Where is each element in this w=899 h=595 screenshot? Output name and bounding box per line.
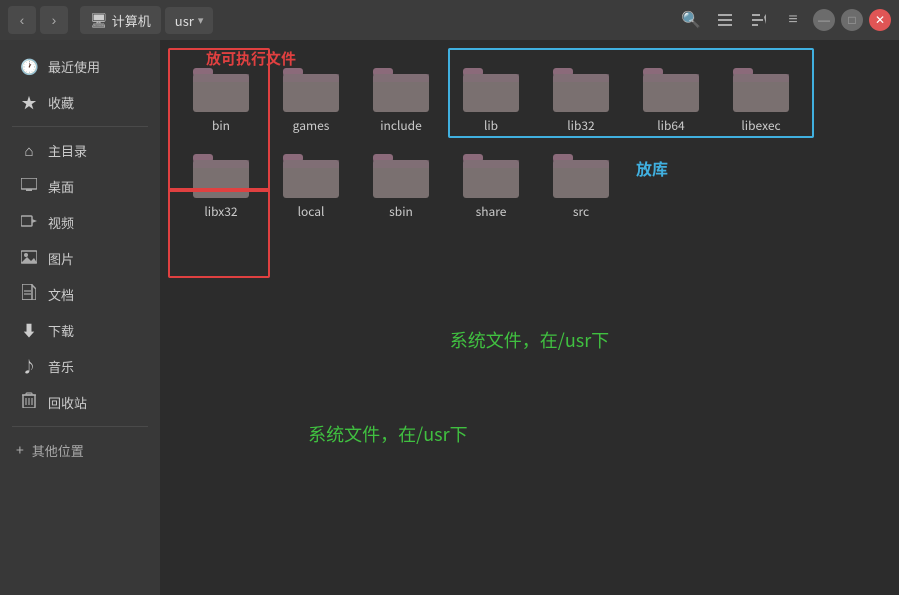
folder-icon-lib32 xyxy=(553,66,609,114)
folder-icon-lib64 xyxy=(643,66,699,114)
folder-icon-local xyxy=(283,152,339,200)
folder-name-include: include xyxy=(380,118,422,134)
folder-name-share: share xyxy=(476,204,507,220)
folder-name-lib32: lib32 xyxy=(567,118,594,134)
sidebar-item-videos[interactable]: 视频 xyxy=(4,205,156,240)
sidebar-divider-1 xyxy=(12,126,148,127)
folder-item-lib32[interactable]: lib32 xyxy=(536,56,626,142)
view-list-button[interactable] xyxy=(711,6,739,34)
bottom-annotation: 系统文件，在/usr下 xyxy=(308,421,467,447)
sidebar-item-documents[interactable]: 文档 xyxy=(4,277,156,312)
video-icon xyxy=(20,212,38,233)
folder-item-sbin[interactable]: sbin xyxy=(356,142,446,228)
sidebar-item-home[interactable]: ⌂ 主目录 xyxy=(4,133,156,168)
breadcrumb-dropdown-icon: ▾ xyxy=(198,12,204,28)
sidebar-item-favorites[interactable]: ★ 收藏 xyxy=(4,85,156,120)
computer-icon: 🖥 xyxy=(90,10,108,30)
window-maximize-button[interactable]: □ xyxy=(841,9,863,31)
trash-icon xyxy=(20,392,38,413)
folder-name-games: games xyxy=(293,118,330,134)
home-icon: ⌂ xyxy=(20,140,38,161)
sidebar-item-other-places[interactable]: + 其他位置 xyxy=(0,433,160,467)
star-icon: ★ xyxy=(20,92,38,113)
folder-icon-bin xyxy=(193,66,249,114)
folder-icon-libexec xyxy=(733,66,789,114)
folder-icon-sbin xyxy=(373,152,429,200)
folder-item-lib[interactable]: lib xyxy=(446,56,536,142)
window-close-button[interactable]: ✕ xyxy=(869,9,891,31)
breadcrumb-computer[interactable]: 🖥 计算机 xyxy=(80,6,161,34)
folder-name-lib64: lib64 xyxy=(657,118,684,134)
folder-name-src: src xyxy=(573,204,589,220)
folder-icon-share xyxy=(463,152,519,200)
other-places-plus-icon: + xyxy=(16,440,24,460)
folder-name-sbin: sbin xyxy=(389,204,413,220)
music-icon: ♪ xyxy=(20,356,38,377)
folder-item-lib64[interactable]: lib64 xyxy=(626,56,716,142)
folder-item-share[interactable]: share xyxy=(446,142,536,228)
content-wrapper: bin games include xyxy=(176,56,883,227)
sidebar-item-trash[interactable]: 回收站 xyxy=(4,385,156,420)
folder-icon-games xyxy=(283,66,339,114)
main-area: 🕐 最近使用 ★ 收藏 ⌂ 主目录 桌面 视频 图片 xyxy=(0,40,899,595)
view-sort-button[interactable] xyxy=(745,6,773,34)
titlebar: ‹ › 🖥 计算机 usr ▾ 🔍 ≡ xyxy=(0,0,899,40)
desktop-icon xyxy=(20,176,38,197)
folder-icon-libx32 xyxy=(193,152,249,200)
folder-name-local: local xyxy=(298,204,325,220)
nav-back-button[interactable]: ‹ xyxy=(8,6,36,34)
breadcrumb: 🖥 计算机 usr ▾ xyxy=(80,6,673,34)
pictures-icon xyxy=(20,248,38,269)
folder-item-libx32[interactable]: libx32 xyxy=(176,142,266,228)
folder-item-libexec[interactable]: libexec xyxy=(716,56,806,142)
documents-icon xyxy=(20,284,38,305)
sidebar-item-music[interactable]: ♪ 音乐 xyxy=(4,349,156,384)
folder-item-games[interactable]: games xyxy=(266,56,356,142)
menu-button[interactable]: ≡ xyxy=(779,6,807,34)
sidebar-item-desktop[interactable]: 桌面 xyxy=(4,169,156,204)
window-minimize-button[interactable]: — xyxy=(813,9,835,31)
clock-icon: 🕐 xyxy=(20,56,38,77)
sidebar-item-recent[interactable]: 🕐 最近使用 xyxy=(4,49,156,84)
titlebar-actions: 🔍 ≡ — □ ✕ xyxy=(677,6,891,34)
file-grid: bin games include xyxy=(176,56,883,227)
folder-name-libx32: libx32 xyxy=(204,204,237,220)
folder-item-local[interactable]: local xyxy=(266,142,356,228)
sidebar-item-pictures[interactable]: 图片 xyxy=(4,241,156,276)
folder-item-bin[interactable]: bin xyxy=(176,56,266,142)
folder-name-lib: lib xyxy=(484,118,498,134)
folder-name-bin: bin xyxy=(212,118,230,134)
breadcrumb-usr[interactable]: usr ▾ xyxy=(165,7,214,34)
search-button[interactable]: 🔍 xyxy=(677,6,705,34)
folder-item-include[interactable]: include xyxy=(356,56,446,142)
system-annotation: 系统文件，在/usr下 xyxy=(176,327,883,353)
folder-name-libexec: libexec xyxy=(741,118,780,134)
folder-icon-include xyxy=(373,66,429,114)
folder-icon-lib xyxy=(463,66,519,114)
system-text: 系统文件，在/usr下 xyxy=(450,327,609,353)
file-content-area: bin games include xyxy=(160,40,899,595)
downloads-icon: ⬇ xyxy=(20,320,38,341)
folder-item-src[interactable]: src xyxy=(536,142,626,228)
sidebar-item-downloads[interactable]: ⬇ 下载 xyxy=(4,313,156,348)
sidebar: 🕐 最近使用 ★ 收藏 ⌂ 主目录 桌面 视频 图片 xyxy=(0,40,160,595)
nav-forward-button[interactable]: › xyxy=(40,6,68,34)
folder-icon-src xyxy=(553,152,609,200)
sidebar-divider-2 xyxy=(12,426,148,427)
